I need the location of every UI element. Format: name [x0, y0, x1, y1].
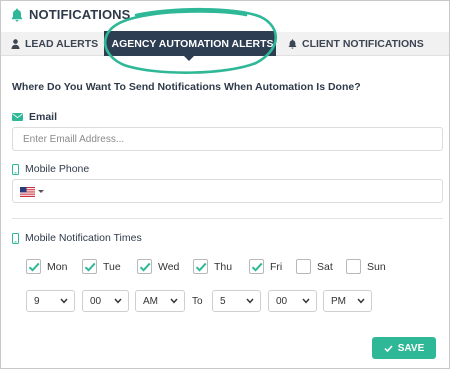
start-minute-value: 00 [90, 295, 102, 307]
day-label: Thu [214, 260, 233, 273]
day-checkbox-tue[interactable]: Tue [82, 259, 121, 274]
checkmark-icon [195, 262, 207, 272]
day-checkbox-fri[interactable]: Fri [249, 259, 282, 274]
tab-client-notifications[interactable]: CLIENT NOTIFICATIONS [288, 32, 424, 56]
active-tab-caret [184, 56, 194, 61]
bell-icon [288, 39, 297, 49]
tab-lead-alerts-label: LEAD ALERTS [25, 38, 99, 50]
form-question: Where Do You Want To Send Notifications … [12, 81, 361, 93]
day-label: Wed [158, 260, 180, 273]
checkbox[interactable] [346, 259, 361, 274]
us-flag-icon[interactable] [20, 187, 35, 197]
tab-lead-alerts[interactable]: LEAD ALERTS [11, 32, 98, 56]
panel-header: NOTIFICATIONS [11, 7, 130, 22]
day-label: Sat [317, 260, 333, 273]
day-checkbox-mon[interactable]: Mon [26, 259, 67, 274]
divider [12, 218, 443, 219]
day-checkbox-thu[interactable]: Thu [193, 259, 232, 274]
checkbox[interactable] [82, 259, 97, 274]
day-label: Sun [367, 260, 386, 273]
start-hour-value: 9 [34, 295, 40, 307]
checkbox[interactable] [296, 259, 311, 274]
mobile-phone-icon [12, 232, 19, 244]
country-dropdown-caret-icon[interactable] [38, 190, 44, 193]
end-minute-value: 00 [276, 295, 288, 307]
start-period-select[interactable]: AM [135, 290, 185, 312]
chevron-down-icon [302, 298, 310, 304]
day-label: Mon [47, 260, 68, 273]
start-period-value: AM [143, 295, 158, 307]
start-minute-select[interactable]: 00 [82, 290, 129, 312]
checkbox[interactable] [26, 259, 41, 274]
chevron-down-icon [170, 298, 178, 304]
day-checkbox-wed[interactable]: Wed [137, 259, 179, 274]
checkbox[interactable] [137, 259, 152, 274]
checkbox[interactable] [249, 259, 264, 274]
tab-agency-automation-alerts[interactable]: AGENCY AUTOMATION ALERTS [104, 31, 276, 61]
checkmark-icon [251, 262, 263, 272]
mobile-phone-label: Mobile Phone [12, 163, 89, 175]
mobile-notification-times-label-text: Mobile Notification Times [25, 232, 142, 244]
day-label: Fri [270, 260, 283, 273]
day-label: Tue [103, 260, 121, 273]
checkmark-icon [384, 344, 393, 352]
end-period-select[interactable]: PM [323, 290, 372, 312]
bell-icon [11, 8, 23, 21]
tab-bar: LEAD ALERTS AGENCY AUTOMATION ALERTS CLI… [1, 31, 449, 61]
mobile-phone-label-text: Mobile Phone [25, 163, 90, 175]
day-checkbox-sat[interactable]: Sat [296, 259, 333, 274]
mobile-phone-field[interactable] [12, 179, 443, 203]
page-title: NOTIFICATIONS [29, 7, 131, 22]
checkbox[interactable] [193, 259, 208, 274]
checkmark-icon [84, 262, 96, 272]
email-field[interactable] [12, 127, 443, 151]
day-checkbox-sun[interactable]: Sun [346, 259, 386, 274]
email-label: Email [12, 111, 57, 123]
end-minute-select[interactable]: 00 [268, 290, 317, 312]
end-period-value: PM [331, 295, 346, 307]
end-hour-value: 5 [220, 295, 226, 307]
mobile-phone-icon [12, 163, 19, 175]
email-label-text: Email [29, 111, 58, 123]
chevron-down-icon [60, 298, 68, 304]
to-label: To [192, 296, 203, 307]
save-button[interactable]: SAVE [372, 337, 436, 359]
chevron-down-icon [114, 298, 122, 304]
user-icon [11, 39, 20, 49]
checkmark-icon [28, 262, 40, 272]
mobile-notification-times-label: Mobile Notification Times [12, 232, 142, 244]
chevron-down-icon [357, 298, 365, 304]
end-hour-select[interactable]: 5 [212, 290, 261, 312]
tab-agency-automation-alerts-label: AGENCY AUTOMATION ALERTS [111, 37, 274, 50]
start-hour-select[interactable]: 9 [26, 290, 75, 312]
chevron-down-icon [246, 298, 254, 304]
tab-client-notifications-label: CLIENT NOTIFICATIONS [302, 38, 424, 50]
envelope-icon [12, 113, 23, 121]
save-button-label: SAVE [397, 342, 425, 354]
checkmark-icon [139, 262, 151, 272]
